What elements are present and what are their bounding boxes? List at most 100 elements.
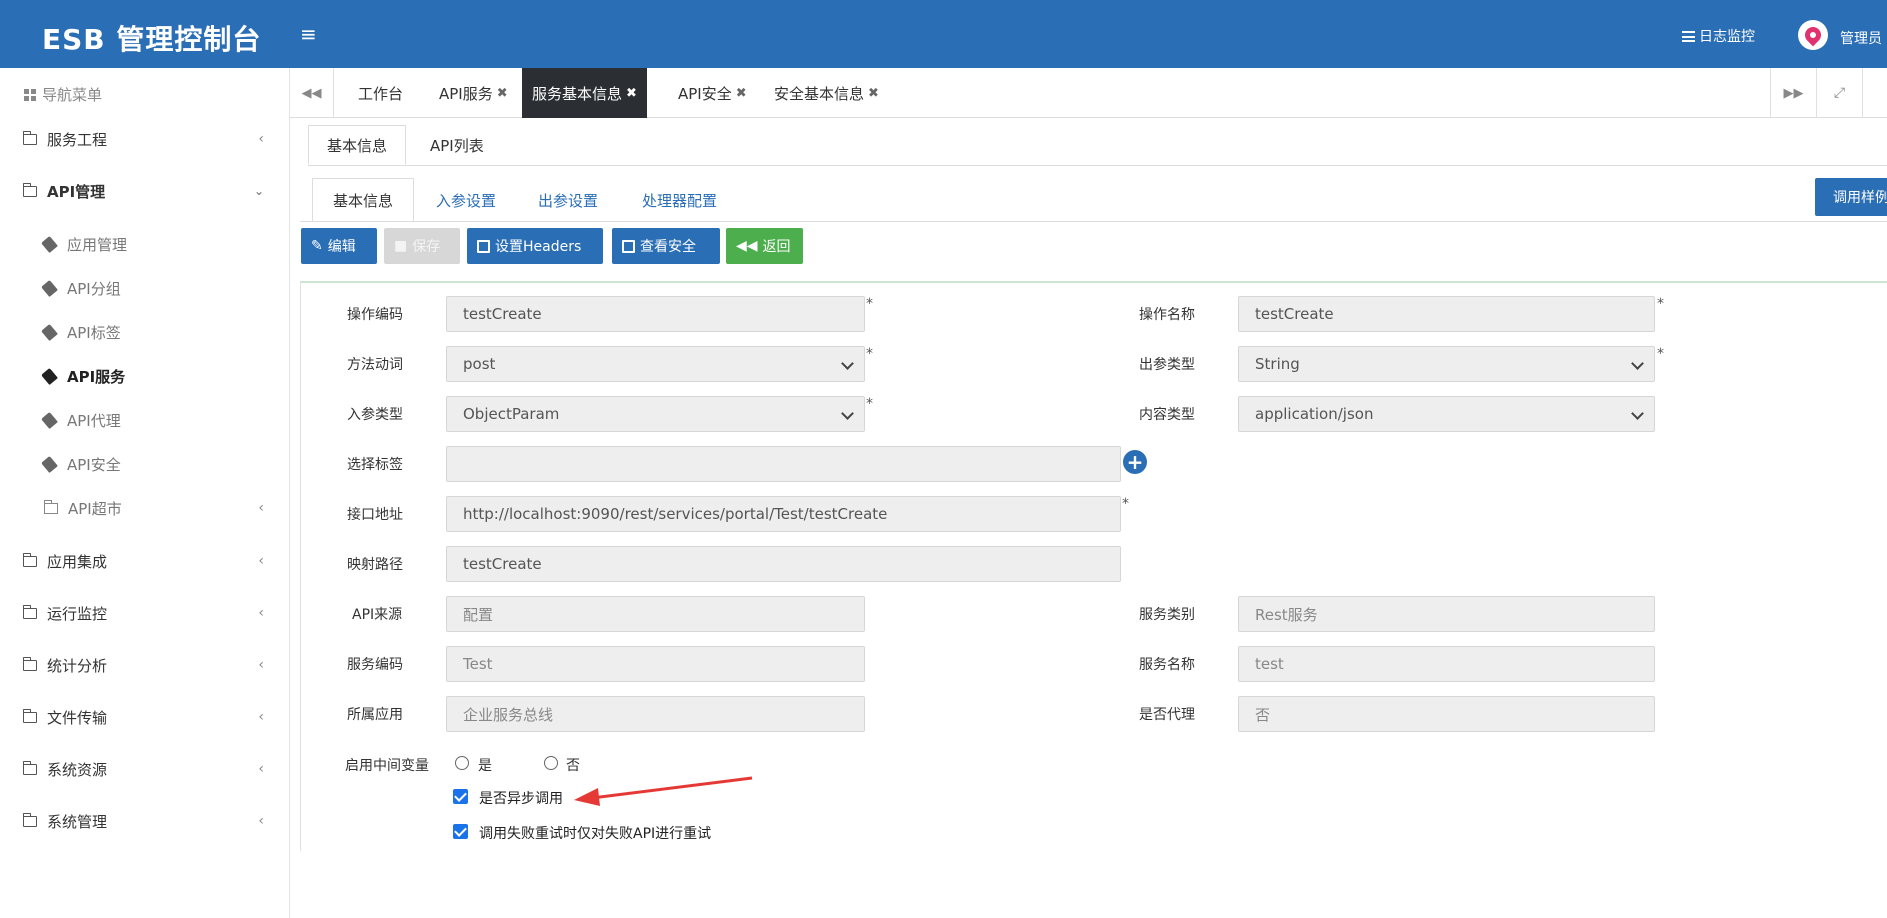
sidebar-item-statistics[interactable]: 统计分析 ‹: [0, 647, 290, 683]
inner-tab-processor-config[interactable]: 处理器配置: [622, 178, 737, 222]
in-type-select[interactable]: ObjectParam: [446, 396, 865, 432]
sidebar-sub-label: API服务: [67, 367, 126, 386]
call-sample-button[interactable]: 调用样例: [1815, 178, 1887, 216]
method-value: post: [463, 355, 496, 373]
op-code-field[interactable]: testCreate: [446, 296, 865, 332]
close-icon[interactable]: ✖: [626, 86, 637, 101]
op-name-field[interactable]: testCreate: [1238, 296, 1655, 332]
op-name-value: testCreate: [1255, 305, 1334, 323]
owner-app-field[interactable]: 企业服务总线: [446, 696, 865, 732]
sidebar: 导航菜单 服务工程 ‹ API管理 ⌄ 应用管理 API分组 API标签 API…: [0, 68, 290, 918]
save-icon: ■: [394, 238, 408, 254]
view-security-button[interactable]: 查看安全: [612, 228, 720, 264]
set-headers-button[interactable]: 设置Headers: [467, 228, 603, 264]
mid-var-yes-radio[interactable]: [455, 756, 469, 770]
tag-icon: [41, 323, 58, 341]
sidebar-sub-app-management[interactable]: 应用管理: [0, 226, 290, 262]
service-code-label: 服务编码: [347, 657, 403, 673]
sidebar-item-api-management[interactable]: API管理 ⌄: [0, 173, 290, 209]
service-type-field[interactable]: Rest服务: [1238, 596, 1655, 632]
sidebar-sub-api-proxy[interactable]: API代理: [0, 402, 290, 438]
tags-label: 选择标签: [347, 457, 403, 473]
api-source-field[interactable]: 配置: [446, 596, 865, 632]
out-type-value: String: [1255, 355, 1300, 373]
log-monitor-link[interactable]: 日志监控: [1682, 26, 1755, 46]
sidebar-sub-api-market[interactable]: API超市 ‹: [0, 490, 290, 526]
sidebar-item-label: 运行监控: [47, 604, 108, 623]
tag-icon: [41, 455, 58, 473]
call-sample-label: 调用样例: [1833, 190, 1887, 206]
user-avatar[interactable]: [1798, 20, 1828, 50]
inner-tab-label: 出参设置: [538, 191, 599, 210]
sidebar-item-app-integration[interactable]: 应用集成 ‹: [0, 543, 290, 579]
op-name-label: 操作名称: [1139, 307, 1195, 323]
folder-icon: [22, 760, 37, 775]
inner-tab-input-params[interactable]: 入参设置: [416, 178, 516, 222]
subtab-basic-info[interactable]: 基本信息: [308, 125, 407, 165]
sidebar-item-file-transfer[interactable]: 文件传输 ‹: [0, 699, 290, 735]
subtab-api-list[interactable]: API列表: [412, 125, 502, 165]
inner-tab-basic-info[interactable]: 基本信息: [312, 178, 415, 222]
required-mark: *: [866, 346, 873, 362]
tab-api-security[interactable]: API安全 ✖: [668, 68, 757, 118]
edit-button[interactable]: ✎ 编辑: [301, 228, 377, 264]
content-type-select[interactable]: application/json: [1238, 396, 1655, 432]
url-field[interactable]: http://localhost:9090/rest/services/port…: [446, 496, 1121, 532]
close-icon[interactable]: ✖: [868, 86, 879, 101]
save-label: 保存: [412, 239, 441, 255]
map-path-value: testCreate: [463, 555, 542, 573]
required-mark: *: [1122, 496, 1129, 512]
async-call-checkbox[interactable]: [453, 789, 468, 804]
back-button[interactable]: ◀◀ 返回: [726, 228, 803, 264]
sidebar-item-label: 文件传输: [47, 708, 108, 727]
api-source-label: API来源: [352, 607, 403, 623]
sidebar-sub-api-group[interactable]: API分组: [0, 270, 290, 306]
retry-failed-checkbox[interactable]: [453, 824, 468, 839]
inner-tab-output-params[interactable]: 出参设置: [518, 178, 618, 222]
mid-var-no-radio[interactable]: [544, 756, 558, 770]
user-name[interactable]: 管理员: [1840, 28, 1882, 48]
out-type-select[interactable]: String: [1238, 346, 1655, 382]
inner-tab-label: 处理器配置: [642, 191, 718, 210]
save-button[interactable]: ■ 保存: [384, 228, 460, 264]
close-icon[interactable]: ✖: [497, 86, 508, 101]
chevron-left-icon: ‹: [258, 761, 264, 777]
chevron-down-icon: ⌄: [253, 184, 264, 198]
sidebar-item-system-resources[interactable]: 系统资源 ‹: [0, 751, 290, 787]
tab-service-basic-info[interactable]: 服务基本信息 ✖: [522, 68, 647, 118]
sidebar-item-label: 服务工程: [47, 130, 108, 149]
sidebar-item-label: 统计分析: [47, 656, 108, 675]
sidebar-sub-api-tag[interactable]: API标签: [0, 314, 290, 350]
map-path-label: 映射路径: [347, 557, 403, 573]
sidebar-item-service-project[interactable]: 服务工程 ‹: [0, 121, 290, 157]
sidebar-sub-label: 应用管理: [67, 235, 128, 254]
is-proxy-value: 否: [1255, 705, 1271, 724]
tab-api-service[interactable]: API服务 ✖: [429, 68, 518, 118]
sidebar-item-run-monitor[interactable]: 运行监控 ‹: [0, 595, 290, 631]
tabs-scroll-left-icon[interactable]: ◀◀: [290, 68, 334, 118]
tabs-scroll-right-icon[interactable]: ▶▶: [1770, 68, 1816, 118]
sidebar-sub-api-service[interactable]: API服务: [0, 358, 290, 394]
view-security-label: 查看安全: [640, 239, 696, 255]
folder-icon: [22, 656, 37, 671]
map-path-field[interactable]: testCreate: [446, 546, 1121, 582]
tag-icon: [41, 367, 58, 385]
subtab-label: API列表: [430, 136, 484, 155]
is-proxy-field[interactable]: 否: [1238, 696, 1655, 732]
service-code-field[interactable]: Test: [446, 646, 865, 682]
close-icon[interactable]: ✖: [736, 86, 747, 101]
tab-security-basic-info[interactable]: 安全基本信息 ✖: [764, 68, 889, 118]
tags-field[interactable]: [446, 446, 1121, 482]
add-tag-icon[interactable]: +: [1123, 450, 1147, 474]
hamburger-icon[interactable]: ≡: [300, 22, 317, 46]
log-monitor-label: 日志监控: [1699, 29, 1755, 45]
tag-icon: [41, 279, 58, 297]
in-type-label: 入参类型: [347, 407, 403, 423]
tab-workbench[interactable]: 工作台: [348, 68, 413, 118]
tab-options[interactable]: [1862, 68, 1887, 118]
service-name-field[interactable]: test: [1238, 646, 1655, 682]
method-select[interactable]: post: [446, 346, 865, 382]
fullscreen-icon[interactable]: ⤢: [1816, 68, 1862, 118]
sidebar-sub-api-security[interactable]: API安全: [0, 446, 290, 482]
sidebar-item-system-management[interactable]: 系统管理 ‹: [0, 803, 290, 839]
